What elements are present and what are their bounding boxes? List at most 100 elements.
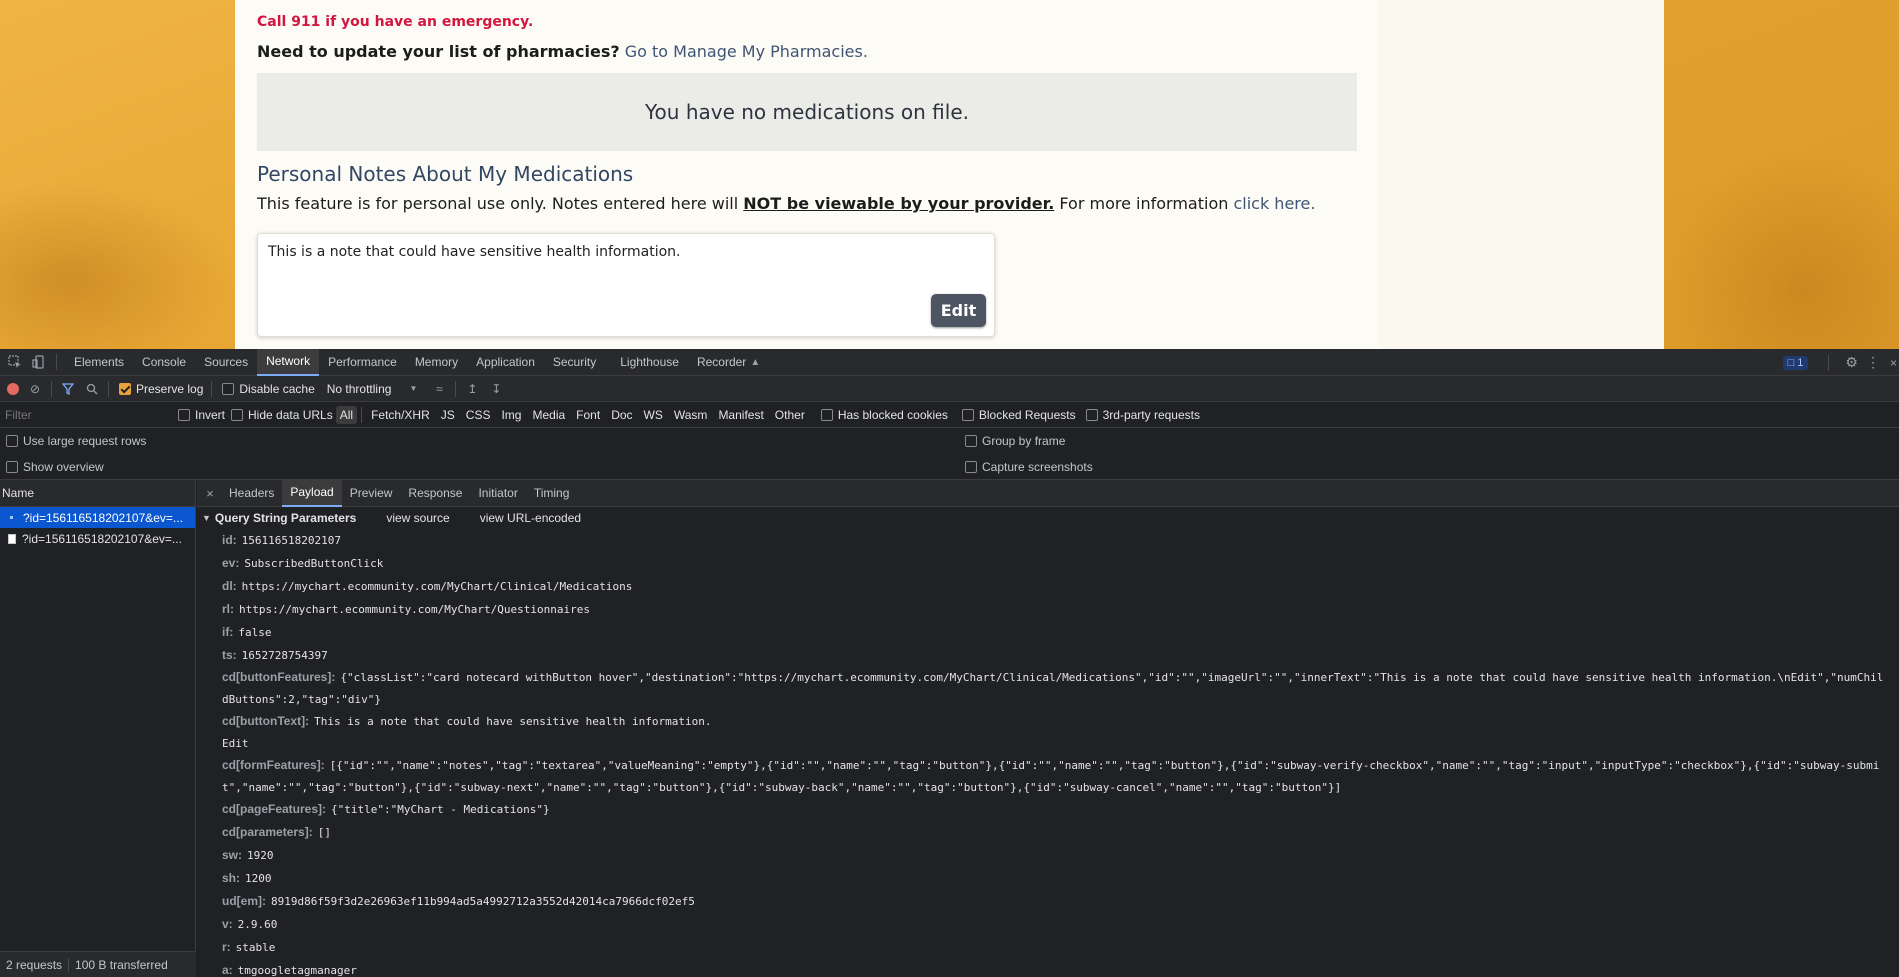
query-param-row: r: stable [222, 936, 1889, 959]
import-har-icon[interactable]: ↥ [464, 381, 480, 397]
notes-desc-prefix: This feature is for personal use only. N… [257, 194, 739, 213]
tab-security[interactable]: Security [544, 349, 605, 376]
disable-cache-check[interactable] [222, 382, 235, 395]
flask-icon: ▲ [750, 356, 761, 368]
third-party-check[interactable] [1085, 408, 1098, 421]
filter-bar: Invert Hide data URLs All Fetch/XHR JS C… [0, 402, 1899, 428]
show-overview-checkbox[interactable]: Show overview [6, 460, 104, 474]
group-by-frame-check[interactable] [965, 435, 977, 447]
has-blocked-cookies-checkbox[interactable]: Has blocked cookies [820, 407, 948, 422]
more-options-icon[interactable]: ⋮ [1866, 354, 1880, 371]
param-key: sw: [222, 848, 243, 862]
filter-type-css[interactable]: CSS [462, 406, 495, 424]
tab-memory[interactable]: Memory [406, 349, 467, 376]
show-overview-check[interactable] [6, 460, 18, 473]
medications-content: Call 911 if you have an emergency. Need … [235, 0, 1378, 349]
query-param-row: id: 156116518202107 [222, 529, 1889, 552]
transferred-size: 100 B transferred [75, 957, 168, 972]
large-rows-check[interactable] [6, 435, 18, 447]
capture-screenshots-checkbox[interactable]: Capture screenshots [965, 460, 1093, 474]
filter-divider [361, 406, 363, 423]
filter-input[interactable] [2, 403, 172, 426]
tab-response[interactable]: Response [400, 480, 470, 507]
preserve-log-checkbox[interactable]: Preserve log [119, 382, 203, 396]
large-rows-checkbox[interactable]: Use large request rows [6, 434, 146, 448]
notes-description: This feature is for personal use only. N… [257, 194, 1315, 213]
close-devtools-icon[interactable]: × [1890, 356, 1897, 370]
param-key: ud[em]: [222, 894, 266, 908]
filter-type-wasm[interactable]: Wasm [670, 406, 712, 424]
tab-preview[interactable]: Preview [342, 480, 401, 507]
close-icon[interactable]: × [199, 486, 221, 501]
tab-timing[interactable]: Timing [526, 480, 578, 507]
tab-headers[interactable]: Headers [221, 480, 282, 507]
hide-data-urls-check[interactable] [231, 408, 244, 421]
param-value: {"classList":"card notecard withButton h… [222, 671, 1884, 706]
request-row[interactable]: ?id=156116518202107&ev=... [0, 507, 195, 528]
settings-row-2: Show overview Capture screenshots [0, 454, 1899, 480]
tab-sources[interactable]: Sources [195, 349, 257, 376]
request-count: 2 requests [6, 957, 63, 972]
capture-screenshots-check[interactable] [965, 460, 977, 473]
filter-type-img[interactable]: Img [497, 406, 525, 424]
view-source-link[interactable]: view source [386, 511, 449, 525]
filter-type-fetch-xhr[interactable]: Fetch/XHR [367, 406, 434, 424]
request-row[interactable]: ?id=156116518202107&ev=... [0, 528, 195, 549]
inspect-element-icon[interactable] [6, 353, 24, 371]
filter-type-other[interactable]: Other [771, 406, 809, 424]
notes-title: Personal Notes About My Medications [257, 162, 634, 186]
filter-type-font[interactable]: Font [572, 406, 604, 424]
filter-type-manifest[interactable]: Manifest [714, 406, 767, 424]
tab-lighthouse[interactable]: Lighthouse [611, 349, 688, 376]
tab-recorder[interactable]: Recorder ▲ [688, 349, 769, 376]
export-har-icon[interactable]: ↧ [488, 381, 504, 397]
tab-application[interactable]: Application [467, 349, 544, 376]
filter-type-js[interactable]: JS [437, 406, 459, 424]
tab-performance[interactable]: Performance [319, 349, 406, 376]
query-param-row: a: tmgoogletagmanager [222, 959, 1889, 977]
view-url-encoded-link[interactable]: view URL-encoded [480, 511, 581, 525]
gear-icon[interactable]: ⚙ [1845, 354, 1858, 371]
invert-check[interactable] [178, 408, 190, 421]
network-conditions-icon[interactable]: ≈ [431, 381, 447, 397]
name-column-header[interactable]: Name [0, 480, 195, 507]
blocked-requests-checkbox[interactable]: Blocked Requests [961, 408, 1076, 422]
param-value: https://mychart.ecommunity.com/MyChart/C… [241, 580, 633, 593]
background-left [0, 180, 235, 349]
device-toolbar-icon[interactable] [30, 353, 48, 371]
more-info-link[interactable]: click here. [1233, 194, 1315, 213]
param-value: [] [317, 826, 331, 839]
filter-type-media[interactable]: Media [528, 406, 569, 424]
has-blocked-cookies-check[interactable] [820, 408, 833, 421]
disable-cache-checkbox[interactable]: Disable cache [222, 382, 315, 396]
invert-checkbox[interactable]: Invert [178, 408, 225, 422]
group-by-frame-checkbox[interactable]: Group by frame [965, 434, 1065, 448]
throttling-select[interactable]: No throttling ▼ [327, 382, 418, 396]
query-string-header[interactable]: ▼ Query String Parameters view source vi… [197, 507, 1899, 529]
tab-console[interactable]: Console [133, 349, 195, 376]
note-card[interactable]: This is a note that could have sensitive… [257, 233, 995, 337]
third-party-checkbox[interactable]: 3rd-party requests [1085, 407, 1200, 422]
search-icon[interactable] [84, 381, 100, 397]
clear-icon[interactable]: ⊘ [27, 381, 43, 397]
hide-data-urls-checkbox[interactable]: Hide data URLs [231, 408, 333, 422]
third-party-label: 3rd-party requests [1102, 407, 1200, 422]
tab-payload[interactable]: Payload [282, 480, 342, 507]
edit-note-button[interactable]: Edit [931, 294, 986, 327]
filter-type-ws[interactable]: WS [640, 406, 667, 424]
filter-type-all[interactable]: All [335, 405, 358, 424]
tab-elements[interactable]: Elements [65, 349, 133, 376]
param-value: 8919d86f59f3d2e26963ef11b994ad5a4992712a… [271, 895, 695, 908]
param-key: cd[formFeatures]: [222, 758, 325, 772]
tab-network[interactable]: Network [257, 348, 320, 376]
manage-pharmacies-link[interactable]: Go to Manage My Pharmacies. [625, 42, 868, 61]
filter-icon[interactable] [60, 381, 76, 397]
preserve-log-check[interactable] [119, 382, 131, 395]
blocked-requests-check[interactable] [961, 408, 974, 421]
param-value: 1920 [247, 849, 274, 862]
record-icon[interactable] [7, 382, 19, 395]
has-blocked-cookies-label: Has blocked cookies [837, 407, 948, 422]
issues-badge[interactable]: □ 1 [1782, 355, 1809, 370]
tab-initiator[interactable]: Initiator [470, 480, 525, 507]
filter-type-doc[interactable]: Doc [607, 406, 636, 424]
